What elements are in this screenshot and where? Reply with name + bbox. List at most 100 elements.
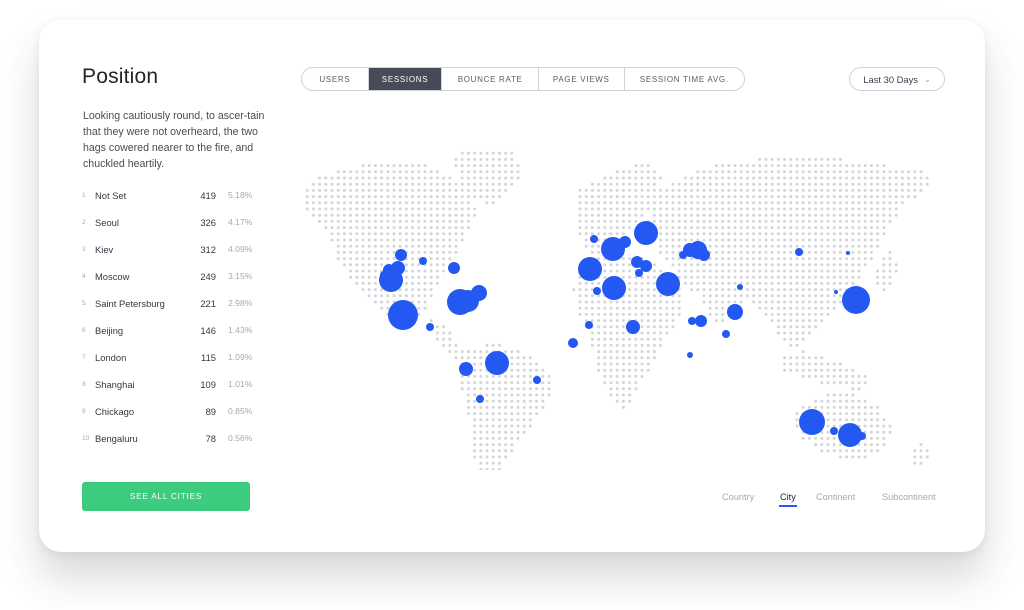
map-dot [801,405,805,409]
session-bubble[interactable] [635,269,643,277]
granularity-city[interactable]: City [779,492,797,507]
map-dot [535,362,539,366]
map-dot [863,188,867,192]
map-dot [795,343,799,347]
session-bubble[interactable] [656,272,680,296]
session-bubble[interactable] [687,352,693,358]
list-item[interactable]: 4 Moscow 249 3.15% [82,271,262,298]
list-item[interactable]: 7 London 115 1.09% [82,352,262,379]
session-bubble[interactable] [391,261,405,275]
granularity-country[interactable]: Country [722,492,754,502]
map-dot [473,399,477,403]
map-dot [522,430,526,434]
session-bubble[interactable] [846,251,850,255]
list-item[interactable]: 10 Bengaluru 78 0.56% [82,433,262,460]
map-dot [665,232,669,236]
tab-session-time-avg[interactable]: SESSION TIME AVG. [625,68,744,90]
tab-sessions[interactable]: SESSIONS [368,68,443,90]
session-bubble[interactable] [634,221,658,245]
session-bubble[interactable] [688,317,696,325]
session-bubble[interactable] [476,395,484,403]
session-bubble[interactable] [737,284,743,290]
map-dot [541,381,545,385]
session-bubble[interactable] [842,286,870,314]
map-dot [528,405,532,409]
session-bubble[interactable] [698,249,710,261]
map-dot [504,157,508,161]
map-dot [851,182,855,186]
session-bubble[interactable] [593,287,601,295]
map-dot [342,201,346,205]
granularity-subcontinent[interactable]: Subcontinent [882,492,936,502]
tab-bounce-rate[interactable]: BOUNCE RATE [442,68,539,90]
map-dot [460,201,464,205]
session-bubble[interactable] [795,248,803,256]
map-dot [392,195,396,199]
session-bubble[interactable] [799,409,825,435]
session-bubble[interactable] [695,315,707,327]
session-bubble[interactable] [585,321,593,329]
list-item[interactable]: 3 Kiev 312 4.09% [82,244,262,271]
map-dot [739,201,743,205]
date-range-dropdown[interactable]: Last 30 Days ⌄ [849,67,945,91]
map-dot [733,300,737,304]
map-dot [807,275,811,279]
map-dot [448,195,452,199]
list-item[interactable]: 6 Beijing 146 1.43% [82,325,262,352]
map-dot [745,219,749,223]
map-dot [485,436,489,440]
session-bubble[interactable] [419,257,427,265]
session-bubble[interactable] [619,236,631,248]
session-bubble[interactable] [395,249,407,261]
session-bubble[interactable] [626,320,640,334]
session-bubble[interactable] [485,351,509,375]
map-dot [857,250,861,254]
map-dot [361,275,365,279]
see-all-cities-button[interactable]: SEE ALL CITIES [82,482,250,511]
list-item[interactable]: 9 Chickago 89 0.85% [82,406,262,433]
map-dot [355,232,359,236]
map-dot [652,350,656,354]
map-dot [758,300,762,304]
tab-users[interactable]: USERS [302,68,369,90]
map-dot [807,319,811,323]
map-dot [783,213,787,217]
session-bubble[interactable] [388,300,418,330]
list-item[interactable]: 1 Not Set 419 5.18% [82,190,262,217]
session-bubble[interactable] [568,338,578,348]
map-dot [491,176,495,180]
session-bubble[interactable] [727,304,743,320]
session-bubble[interactable] [602,276,626,300]
map-dot [634,164,638,168]
map-dot [665,331,669,335]
map-dot [696,195,700,199]
map-dot [621,263,625,267]
map-dot [516,430,520,434]
granularity-continent[interactable]: Continent [816,492,855,502]
session-bubble[interactable] [471,285,487,301]
session-bubble[interactable] [448,262,460,274]
map-dot [659,331,663,335]
map-dot [609,207,613,211]
session-bubble[interactable] [578,257,602,281]
session-bubble[interactable] [722,330,730,338]
map-dot [708,213,712,217]
list-item[interactable]: 8 Shanghai 109 1.01% [82,379,262,406]
list-item[interactable]: 2 Seoul 326 4.17% [82,217,262,244]
map-dot [845,195,849,199]
list-item[interactable]: 5 Saint Petersburg 221 2.98% [82,298,262,325]
session-bubble[interactable] [834,290,838,294]
session-bubble[interactable] [426,323,434,331]
map-dot [702,188,706,192]
map-dot [702,213,706,217]
session-bubble[interactable] [533,376,541,384]
tab-page-views[interactable]: PAGE VIEWS [539,68,625,90]
map-dot [733,250,737,254]
session-bubble[interactable] [459,362,473,376]
session-bubble[interactable] [858,432,866,440]
session-bubble[interactable] [830,427,838,435]
session-bubble[interactable] [590,235,598,243]
map-dot [696,269,700,273]
map-dot [900,170,904,174]
map-dot [727,263,731,267]
